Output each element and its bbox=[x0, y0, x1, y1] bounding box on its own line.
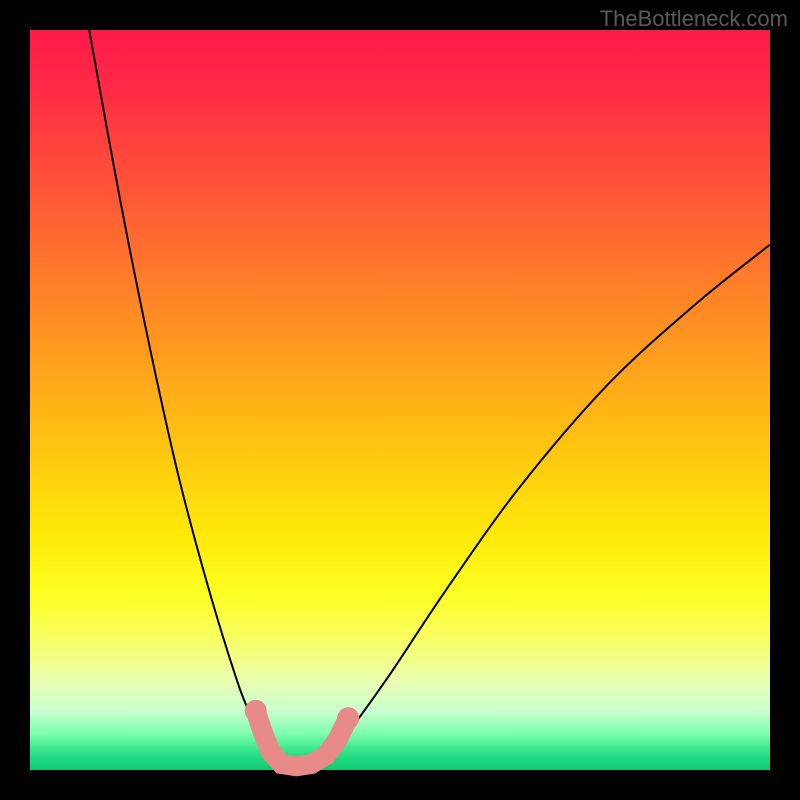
marker-path bbox=[256, 711, 349, 767]
watermark-text: TheBottleneck.com bbox=[600, 6, 788, 32]
chart-svg bbox=[30, 30, 770, 770]
marker-dot bbox=[245, 700, 267, 722]
marker-group bbox=[245, 700, 360, 767]
left-curve bbox=[89, 30, 293, 770]
marker-dot bbox=[337, 707, 359, 729]
bottleneck-chart bbox=[30, 30, 770, 770]
right-curve bbox=[293, 245, 770, 770]
